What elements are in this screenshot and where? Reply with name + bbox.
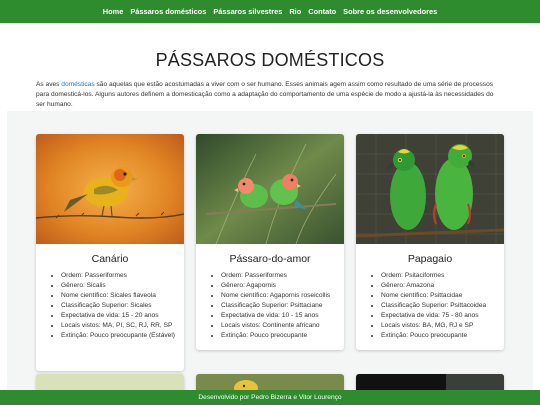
bird-card-papagaio: Papagaio Ordem: Psitaciformes Gênero: Am… <box>356 134 504 350</box>
fact-item: Extinção: Pouco preocupante (Estável) <box>61 331 178 341</box>
canary-photo <box>36 134 184 244</box>
fact-item: Locais vistos: Continente africano <box>221 321 338 331</box>
footer-credits: Desenvolvido por Pedro Bizerra e Vitor L… <box>198 394 342 401</box>
nav-link-sobre[interactable]: Sobre os desenvolvedores <box>343 7 437 16</box>
fact-item: Expectativa de vida: 75 - 80 anos <box>381 311 498 321</box>
card-title-passaro-do-amor: Pássaro-do-amor <box>229 253 311 265</box>
page-title: PÁSSAROS DOMÉSTICOS <box>155 50 385 70</box>
parrot-photo <box>356 134 504 244</box>
facts-list-papagaio: Ordem: Psitaciformes Gênero: Amazona Nom… <box>356 271 504 341</box>
fact-item: Expectativa de vida: 10 - 15 anos <box>221 311 338 321</box>
facts-list-passaro-do-amor: Ordem: Passeriformes Gênero: Agapornis N… <box>196 271 344 341</box>
fact-item: Extinção: Pouco preocupante <box>381 331 498 341</box>
nav-link-contato[interactable]: Contato <box>308 7 336 16</box>
fact-item: Classificação Superior: Sicales <box>61 301 178 311</box>
lovebird-photo <box>196 134 344 244</box>
intro-paragraph: As aves domésticas são aquelas que estão… <box>36 80 504 111</box>
fact-item: Ordem: Passeriformes <box>221 271 338 281</box>
intro-text-start: As aves <box>36 81 62 88</box>
fact-item: Expectativa de vida: 15 - 20 anos <box>61 311 178 321</box>
fact-item: Locais vistos: BA, MG, RJ e SP <box>381 321 498 331</box>
top-navbar: Home Pássaros domésticos Pássaros silves… <box>0 0 540 23</box>
fact-item: Classificação Superior: Psittacoidea <box>381 301 498 311</box>
fact-item: Classificação Superior: Psittaciane <box>221 301 338 311</box>
fact-item: Ordem: Passeriformes <box>61 271 178 281</box>
card-title-canario: Canário <box>91 253 129 265</box>
cards-section: Canário Ordem: Passeriformes Gênero: Sic… <box>7 111 533 405</box>
fact-item: Ordem: Psitaciformes <box>381 271 498 281</box>
fact-item: Extinção: Pouco preocupante <box>221 331 338 341</box>
fact-item: Gênero: Amazona <box>381 281 498 291</box>
nav-link-home[interactable]: Home <box>103 7 124 16</box>
fact-item: Locais vistos: MA, PI, SC, RJ, RR, SP <box>61 321 178 331</box>
nav-link-passaros-domesticos[interactable]: Pássaros domésticos <box>130 7 206 16</box>
fact-item: Gênero: Agapornis <box>221 281 338 291</box>
card-title-papagaio: Papagaio <box>407 253 453 265</box>
fact-item: Nome científico: Agapornis roseicollis <box>221 291 338 301</box>
bird-card-canario: Canário Ordem: Passeriformes Gênero: Sic… <box>36 134 184 371</box>
facts-list-canario: Ordem: Passeriformes Gênero: Sicalis Nom… <box>36 271 184 341</box>
fact-item: Gênero: Sicalis <box>61 281 178 291</box>
bird-card-passaro-do-amor: Pássaro-do-amor Ordem: Passeriformes Gên… <box>196 134 344 350</box>
fact-item: Nome científico: Psittacidae <box>381 291 498 301</box>
nav-link-passaros-silvestres[interactable]: Pássaros silvestres <box>213 7 282 16</box>
footer: Desenvolvido por Pedro Bizerra e Vitor L… <box>0 390 540 405</box>
nav-link-rio[interactable]: Rio <box>289 7 301 16</box>
intro-text-rest: são aquelas que estão acostumadas a vive… <box>36 81 494 109</box>
fact-item: Nome científico: Sicales flaveola <box>61 291 178 301</box>
intro-link-domesticas[interactable]: domésticas <box>61 81 94 88</box>
